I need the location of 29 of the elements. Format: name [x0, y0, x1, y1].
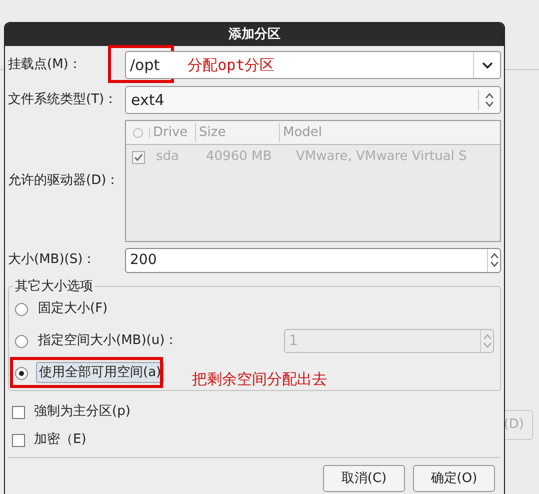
radio-button[interactable]: [15, 302, 28, 316]
checkbox-label[interactable]: 加密（E): [34, 430, 86, 450]
radio-label[interactable]: 固定大小(F): [36, 299, 110, 318]
checkbox[interactable]: [132, 150, 144, 164]
radio-label[interactable]: 使用全部可用空间(a): [36, 362, 164, 384]
dialog-button[interactable]: 取消(C): [323, 465, 405, 492]
table-cell-text: 40960 MB: [205, 148, 273, 166]
size-spin-field[interactable]: 200: [125, 248, 501, 272]
checkbox[interactable]: [12, 434, 25, 446]
annotation-text: 把剩余空间分配出去: [192, 368, 328, 390]
spin-arrows-icon[interactable]: [485, 91, 494, 109]
checkbox-label[interactable]: 強制为主分区(p): [34, 402, 130, 422]
field-label: 允许的驱动器(D)：: [8, 172, 120, 190]
column-radio-icon: [132, 128, 142, 138]
field-value: /opt: [129, 54, 160, 76]
field-label: 大小(MB)(S)：: [8, 251, 97, 270]
radio-button[interactable]: [15, 366, 28, 380]
table-cell-text: VMware, VMware Virtual S: [296, 148, 467, 166]
field-label: 挂载点(M)：: [8, 56, 82, 74]
table-cell-text: sda: [155, 148, 180, 166]
field-label: 文件系统类型(T)：: [8, 91, 118, 110]
dialog-button[interactable]: 确定(O): [413, 465, 495, 492]
chevron-down-icon: [482, 62, 492, 68]
annotation-text: 分配opt分区: [188, 54, 275, 76]
dialog-title: 添加分区: [228, 26, 280, 44]
mount-point-combo[interactable]: /opt 分配opt分区: [125, 51, 501, 79]
filesystem-select[interactable]: ext4: [125, 86, 501, 114]
spin-arrows-icon[interactable]: [490, 251, 498, 269]
checkbox[interactable]: [12, 406, 25, 418]
